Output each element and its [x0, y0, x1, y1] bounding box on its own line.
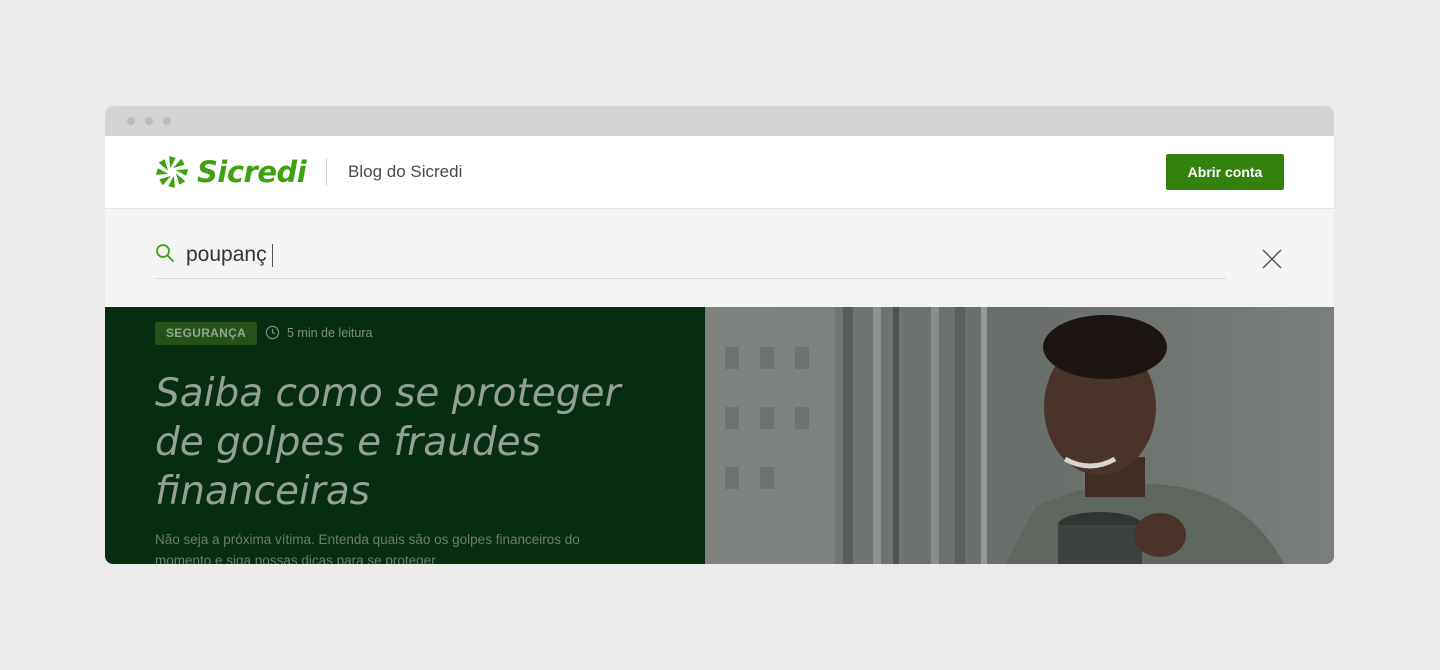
search-underline [155, 278, 1226, 279]
article-title[interactable]: Saiba como se proteger de golpes e fraud… [155, 369, 675, 516]
text-caret [272, 244, 273, 267]
window-dot [145, 117, 153, 125]
open-account-button[interactable]: Abrir conta [1166, 154, 1284, 190]
close-icon[interactable] [1260, 247, 1284, 271]
window-dot [127, 117, 135, 125]
search-bar [105, 209, 1334, 307]
sicredi-logo[interactable]: Sicredi [155, 154, 307, 190]
read-time-label: 5 min de leitura [287, 325, 373, 340]
header-divider [326, 158, 327, 186]
read-time: 5 min de leitura [265, 325, 372, 340]
sicredi-logo-icon [155, 155, 189, 189]
featured-article-text: SEGURANÇA 5 min de leitura Saiba como se… [105, 307, 705, 564]
search-icon [156, 244, 174, 262]
browser-chrome-bar [105, 106, 1334, 136]
logo-wordmark: Sicredi [197, 155, 307, 189]
browser-window: Sicredi Blog do Sicredi Abrir conta SEGU… [105, 106, 1334, 564]
site-header: Sicredi Blog do Sicredi Abrir conta [105, 136, 1334, 209]
article-photo [705, 307, 1334, 564]
window-dot [163, 117, 171, 125]
article-photo-illustration [705, 307, 1334, 564]
featured-article[interactable]: SEGURANÇA 5 min de leitura Saiba como se… [105, 307, 1334, 564]
article-description: Não seja a próxima vítima. Entenda quais… [155, 532, 580, 564]
category-tag[interactable]: SEGURANÇA [155, 322, 258, 345]
search-input[interactable] [186, 239, 1086, 271]
clock-icon [265, 325, 280, 340]
blog-title[interactable]: Blog do Sicredi [348, 162, 462, 182]
